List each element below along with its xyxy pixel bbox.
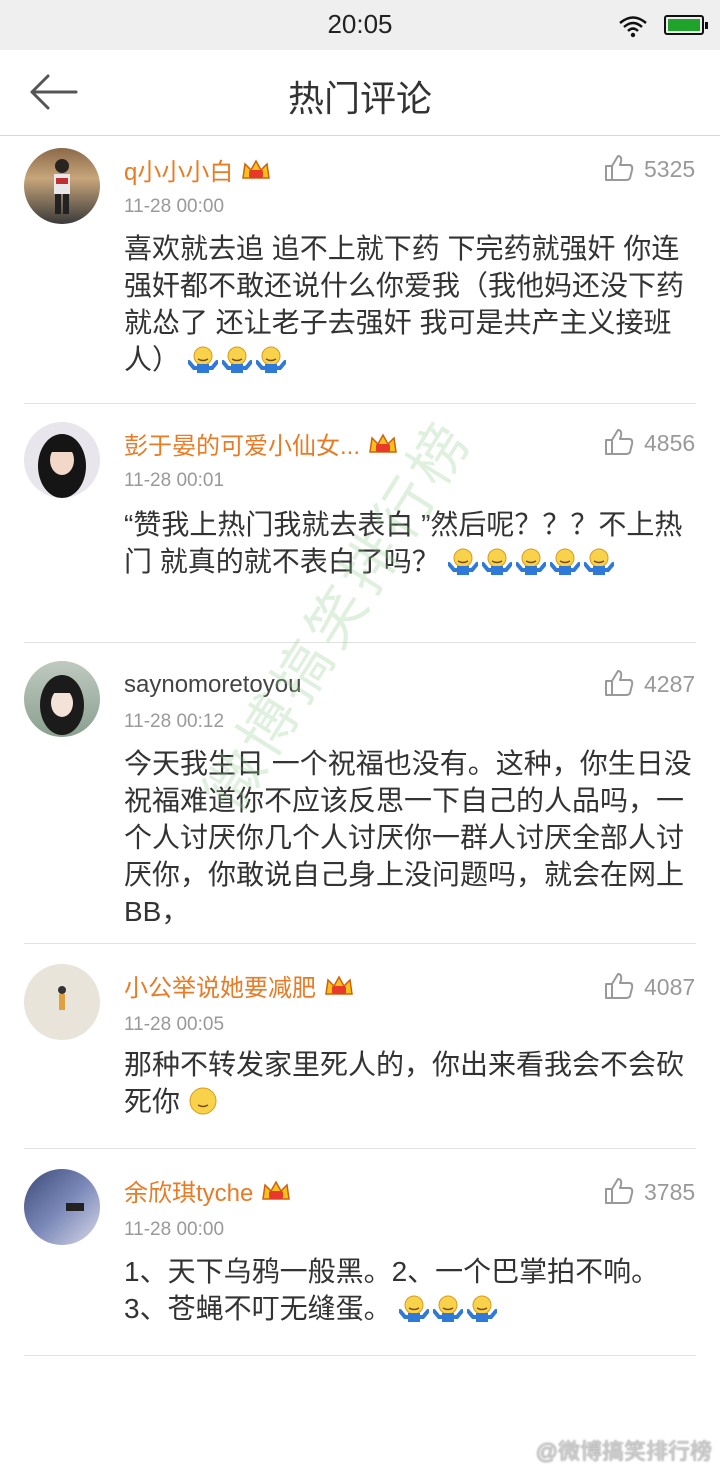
wifi-icon bbox=[619, 16, 647, 38]
comment-text: 1、天下乌鸦一般黑。2、一个巴掌拍不响。3、苍蝇不叮无缝蛋。 bbox=[124, 1256, 660, 1324]
like-count: 4087 bbox=[644, 974, 696, 1000]
comment-username[interactable]: q小小小白 bbox=[124, 152, 271, 187]
thumbs-up-icon[interactable] bbox=[604, 1177, 634, 1205]
smile-emoji bbox=[189, 1087, 217, 1115]
comment-text: 今天我生日 一个祝福也没有。这种，你生日没祝福难道你不应该反思一下自己的人品吗，… bbox=[124, 748, 692, 927]
comment-time: 11-28 00:05 bbox=[124, 1014, 225, 1035]
comment-username[interactable]: 彭于晏的可爱小仙女... bbox=[124, 426, 398, 461]
comment-username[interactable]: 余欣琪tyche bbox=[124, 1173, 291, 1208]
vip-crown-icon bbox=[369, 433, 397, 453]
status-bar: 20:05 bbox=[0, 0, 720, 50]
comment-item: 彭于晏的可爱小仙女... 11-28 00:01 4856 “赞我上热门我就去表… bbox=[0, 404, 720, 642]
shrug-emoji bbox=[433, 1295, 464, 1322]
emoji-row bbox=[399, 1293, 501, 1324]
comment-text: “赞我上热门我就去表白 ”然后呢？？？不上热门 就真的就不表白了吗？ bbox=[124, 509, 683, 577]
comment-item: 小公举说她要减肥 11-28 00:05 4087 那种不转发家里死人的，你出来… bbox=[0, 944, 720, 1148]
shrug-emoji bbox=[481, 548, 512, 575]
shrug-emoji bbox=[187, 346, 218, 373]
comment-item: 余欣琪tyche 11-28 00:00 3785 1、天下乌鸦一般黑。2、一个… bbox=[0, 1149, 720, 1355]
watermark-corner: @微博搞笑排行榜 bbox=[535, 1439, 712, 1464]
shrug-emoji bbox=[255, 346, 286, 373]
divider bbox=[24, 1355, 696, 1356]
shrug-emoji bbox=[549, 548, 580, 575]
status-time: 20:05 bbox=[327, 9, 393, 39]
like-count: 3785 bbox=[644, 1179, 696, 1205]
emoji-row bbox=[187, 344, 290, 375]
avatar[interactable] bbox=[24, 148, 100, 224]
avatar[interactable] bbox=[24, 1169, 100, 1245]
comment-item: saynomoretoyou 11-28 00:12 4287 今天我生日 一个… bbox=[0, 643, 720, 943]
emoji-row bbox=[447, 546, 618, 577]
shrug-emoji bbox=[447, 548, 478, 575]
like-count: 4287 bbox=[644, 671, 696, 697]
vip-crown-icon bbox=[325, 975, 353, 995]
thumbs-up-icon[interactable] bbox=[604, 669, 634, 697]
avatar[interactable] bbox=[24, 661, 100, 737]
avatar[interactable] bbox=[24, 422, 100, 498]
comment-username[interactable]: saynomoretoyou bbox=[124, 671, 301, 699]
comment-item: q小小小白 11-28 00:00 5325 喜欢就去追 追不上就下药 下完药就… bbox=[0, 136, 720, 404]
comment-text: 喜欢就去追 追不上就下药 下完药就强奸 你连强奸都不敢还说什么你爱我（我他妈还没… bbox=[124, 233, 685, 375]
thumbs-up-icon[interactable] bbox=[604, 154, 634, 182]
nav-bar: 热门评论 bbox=[0, 50, 720, 136]
thumbs-up-icon[interactable] bbox=[604, 428, 634, 456]
shrug-emoji bbox=[221, 346, 252, 373]
comment-time: 11-28 00:12 bbox=[124, 711, 225, 732]
like-count: 4856 bbox=[644, 430, 696, 456]
comment-time: 11-28 00:01 bbox=[124, 470, 225, 491]
shrug-emoji bbox=[399, 1295, 430, 1322]
shrug-emoji bbox=[515, 548, 546, 575]
shrug-emoji bbox=[583, 548, 614, 575]
comment-username[interactable]: 小公举说她要减肥 bbox=[124, 968, 354, 1003]
thumbs-up-icon[interactable] bbox=[604, 972, 634, 1000]
like-count: 5325 bbox=[644, 156, 696, 182]
emoji-row bbox=[188, 1086, 222, 1117]
page-title: 热门评论 bbox=[287, 78, 432, 119]
vip-crown-icon bbox=[262, 1180, 291, 1200]
comment-text: 那种不转发家里死人的，你出来看我会不会砍死你 bbox=[124, 1049, 685, 1117]
comment-time: 11-28 00:00 bbox=[124, 1219, 225, 1240]
battery-icon bbox=[664, 15, 708, 35]
comment-time: 11-28 00:00 bbox=[124, 196, 225, 217]
vip-crown-icon bbox=[242, 159, 271, 179]
avatar[interactable] bbox=[24, 964, 100, 1040]
shrug-emoji bbox=[467, 1295, 498, 1322]
